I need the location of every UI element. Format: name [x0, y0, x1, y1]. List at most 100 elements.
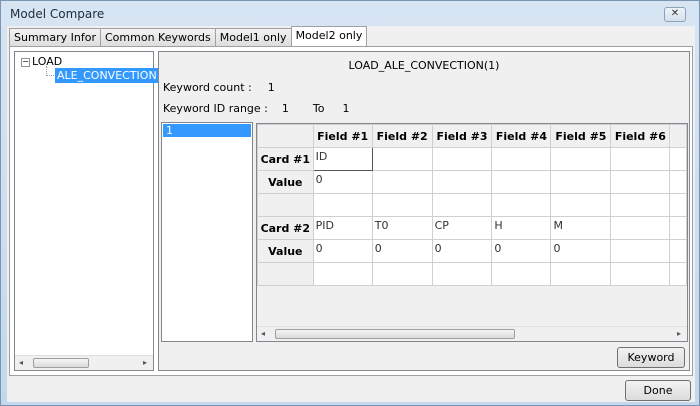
grid-cell[interactable] [491, 193, 552, 217]
range-from-value: 1 [281, 102, 289, 115]
window-title: Model Compare [10, 7, 105, 21]
keyword-tree: − LOAD ALE_CONVECTION ◂ ▸ [14, 51, 159, 371]
keyword-count-value: 1 [267, 81, 275, 94]
grid-cell[interactable] [491, 262, 552, 286]
grid-cell[interactable] [669, 262, 687, 286]
grid-cell[interactable] [312, 262, 373, 286]
row-header: Value [257, 239, 314, 263]
grid-cell[interactable] [371, 147, 433, 171]
grid-cell[interactable] [550, 170, 612, 194]
grid-cell[interactable] [610, 147, 671, 171]
grid-cell[interactable] [610, 239, 671, 263]
keyword-count-label: Keyword count : [163, 81, 252, 94]
grid-cell[interactable]: M [550, 216, 612, 240]
row-header [257, 262, 314, 286]
grid-cell[interactable] [431, 170, 493, 194]
grid-cell[interactable]: 0 [431, 239, 493, 263]
scroll-left-icon[interactable]: ◂ [19, 358, 23, 367]
grid-cell[interactable] [669, 147, 687, 171]
column-header: Field #1 [312, 124, 373, 148]
close-button[interactable]: ✕ [664, 7, 686, 22]
grid-cell[interactable] [669, 193, 687, 217]
grid-cell[interactable] [550, 262, 612, 286]
keyword-range-row: Keyword ID range : 1 To 1 [163, 102, 349, 115]
scroll-thumb[interactable] [33, 358, 89, 368]
grid-cell[interactable] [610, 193, 671, 217]
scroll-right-icon[interactable]: ▸ [677, 329, 681, 338]
grid-cell[interactable] [610, 216, 671, 240]
table-row: Card #2 PID T0 CP H M [257, 216, 687, 240]
tree-node-ale-convection[interactable]: ALE_CONVECTION [55, 68, 159, 83]
detail-panel: LOAD_ALE_CONVECTION(1) Keyword count :1 … [158, 51, 690, 371]
keyword-range-label: Keyword ID range : [163, 102, 268, 115]
grid-cell[interactable] [491, 147, 552, 171]
grid-cell[interactable]: 0 [312, 239, 373, 263]
tab-model2-only[interactable]: Model2 only [290, 26, 368, 47]
model-compare-window: Model Compare ✕ Summary Infor Common Key… [0, 0, 700, 406]
client-area: Summary Infor Common Keywords Model1 onl… [7, 26, 695, 402]
grid-cell[interactable] [669, 216, 687, 240]
grid-cell[interactable] [669, 239, 687, 263]
tree-node-load[interactable]: − LOAD [21, 55, 62, 68]
keyword-title: LOAD_ALE_CONVECTION(1) [348, 59, 500, 72]
tree-connector [46, 66, 54, 76]
tab-model1-only[interactable]: Model1 only [214, 28, 292, 47]
grid-cell[interactable]: PID [312, 216, 373, 240]
grid-horizontal-scrollbar[interactable]: ◂ ▸ [257, 326, 687, 341]
tab-common-keywords[interactable]: Common Keywords [100, 28, 216, 47]
grid-cell[interactable] [550, 193, 612, 217]
grid-cell[interactable] [431, 147, 493, 171]
table-row: Value 0 [257, 170, 687, 194]
grid-cell[interactable]: 0 [312, 170, 373, 194]
to-label: To [312, 102, 325, 115]
column-header: Field #5 [550, 124, 612, 148]
done-button[interactable]: Done [625, 380, 691, 401]
grid-cell[interactable] [371, 170, 433, 194]
row-header: Card #1 [257, 147, 314, 171]
range-to-value: 1 [342, 102, 350, 115]
grid-cell[interactable] [371, 193, 433, 217]
table-row [257, 262, 687, 286]
tab-bar: Summary Infor Common Keywords Model1 onl… [9, 26, 368, 47]
grid-cell[interactable] [371, 262, 433, 286]
tab-summary-infor[interactable]: Summary Infor [9, 28, 101, 47]
grid-cell[interactable] [312, 193, 373, 217]
scroll-right-icon[interactable]: ▸ [143, 358, 147, 367]
column-header: Field #3 [431, 124, 493, 148]
column-header: Field #4 [491, 124, 552, 148]
keyword-count-row: Keyword count : 1 [163, 81, 275, 94]
table-row [257, 193, 687, 217]
grid-cell[interactable]: T0 [371, 216, 433, 240]
row-header: Value [257, 170, 314, 194]
scroll-thumb[interactable] [275, 329, 515, 339]
grid-cell[interactable] [669, 170, 687, 194]
scroll-left-icon[interactable]: ◂ [261, 329, 265, 338]
corner-cell [257, 124, 314, 148]
grid-cell[interactable]: 0 [550, 239, 612, 263]
tab-panel: − LOAD ALE_CONVECTION ◂ ▸ LOAD_ALE_CONVEC… [9, 46, 693, 376]
grid-cell[interactable] [610, 170, 671, 194]
list-item[interactable]: 1 [163, 124, 251, 137]
grid-cell[interactable]: ID [312, 147, 373, 171]
grid-cell[interactable]: CP [431, 216, 493, 240]
field-table: Field #1 Field #2 Field #3 Field #4 Field #5… [257, 124, 687, 286]
card-grid: Field #1 Field #2 Field #3 Field #4 Field #5… [256, 123, 688, 342]
grid-cell[interactable] [491, 170, 552, 194]
grid-cell[interactable] [610, 262, 671, 286]
collapse-icon[interactable]: − [21, 57, 30, 67]
tree-horizontal-scrollbar[interactable]: ◂ ▸ [15, 355, 153, 370]
table-row: Value 0 0 0 0 0 [257, 239, 687, 263]
grid-cell[interactable] [550, 147, 612, 171]
grid-cell[interactable]: H [491, 216, 552, 240]
column-header: Field #2 [371, 124, 433, 148]
column-header: Field #6 [610, 124, 671, 148]
grid-cell[interactable] [431, 262, 493, 286]
keyword-button[interactable]: Keyword [617, 347, 685, 368]
grid-cell[interactable] [431, 193, 493, 217]
row-header [257, 193, 314, 217]
keyword-id-list[interactable]: 1 [161, 122, 253, 342]
column-header [669, 124, 687, 148]
grid-cell[interactable]: 0 [371, 239, 433, 263]
grid-cell[interactable]: 0 [491, 239, 552, 263]
table-row: Card #1 ID [257, 147, 687, 171]
